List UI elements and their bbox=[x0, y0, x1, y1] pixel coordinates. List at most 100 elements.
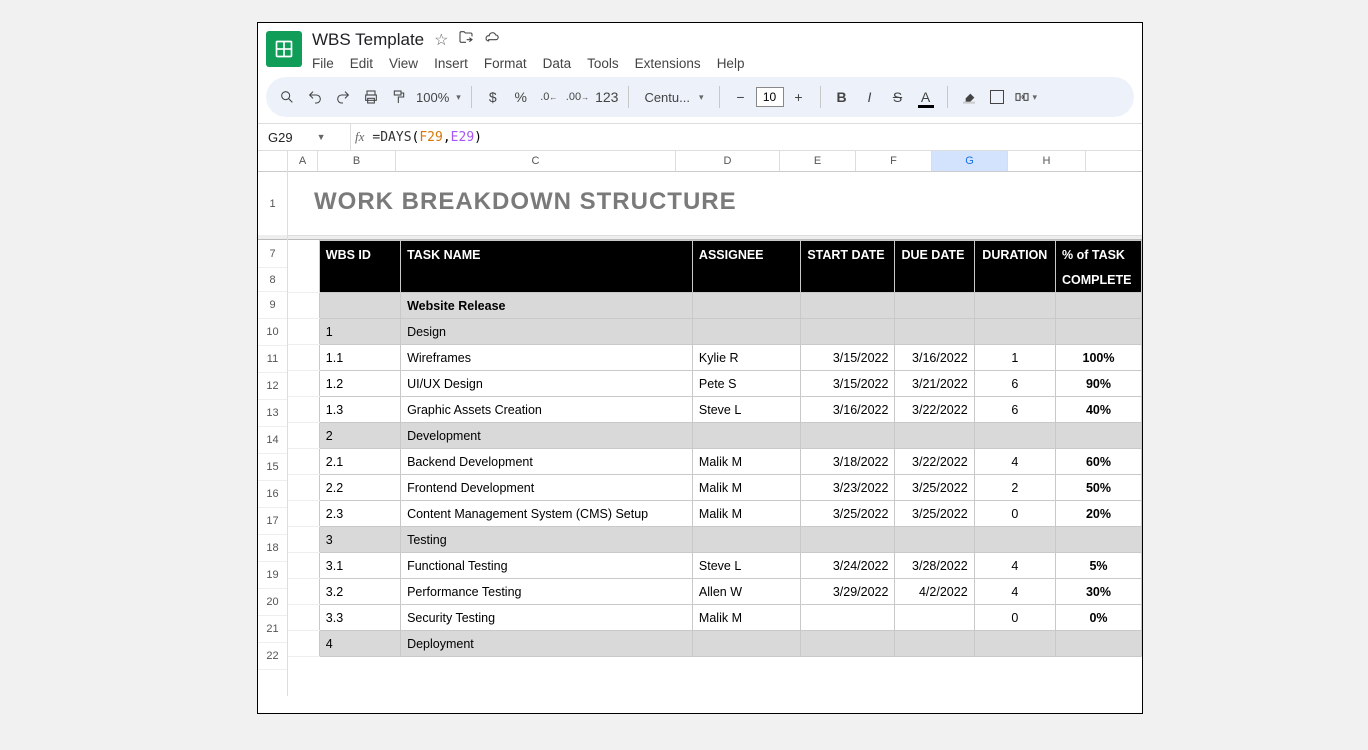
cell[interactable] bbox=[288, 631, 319, 657]
cell[interactable] bbox=[288, 605, 319, 631]
cell[interactable] bbox=[974, 423, 1055, 449]
more-formats-icon[interactable]: 123 bbox=[595, 84, 618, 110]
formula-input[interactable]: =DAYS(F29,E29) bbox=[372, 130, 482, 145]
row-header[interactable]: 9 bbox=[258, 292, 287, 319]
decrease-decimal-icon[interactable]: .0← bbox=[538, 84, 560, 110]
cell[interactable] bbox=[319, 293, 400, 319]
cell[interactable] bbox=[974, 319, 1055, 345]
row-header[interactable]: 8 bbox=[258, 268, 287, 292]
menu-tools[interactable]: Tools bbox=[587, 56, 619, 71]
cell[interactable]: 60% bbox=[1056, 449, 1142, 475]
cell[interactable] bbox=[288, 241, 319, 269]
cell[interactable]: Functional Testing bbox=[401, 553, 693, 579]
cell[interactable]: 3/15/2022 bbox=[801, 371, 895, 397]
cell[interactable] bbox=[974, 527, 1055, 553]
cell[interactable]: 3 bbox=[319, 527, 400, 553]
cell[interactable] bbox=[801, 319, 895, 345]
th-duration[interactable]: DURATION bbox=[974, 241, 1055, 269]
text-color-button[interactable]: A bbox=[915, 84, 937, 110]
cell[interactable] bbox=[974, 631, 1055, 657]
cell[interactable]: 4 bbox=[974, 449, 1055, 475]
doc-title[interactable]: WBS Template bbox=[312, 30, 424, 50]
fontsize-input[interactable] bbox=[756, 87, 784, 107]
search-icon[interactable] bbox=[276, 84, 298, 110]
row-header[interactable]: 7 bbox=[258, 240, 287, 268]
fontsize-decrease[interactable]: − bbox=[730, 84, 752, 110]
row-header[interactable]: 18 bbox=[258, 535, 287, 562]
cell[interactable]: 0% bbox=[1056, 605, 1142, 631]
italic-button[interactable]: I bbox=[859, 84, 881, 110]
cell[interactable] bbox=[801, 527, 895, 553]
cell[interactable] bbox=[288, 319, 319, 345]
cell[interactable]: Security Testing bbox=[401, 605, 693, 631]
cell[interactable]: 6 bbox=[974, 397, 1055, 423]
cell[interactable]: Development bbox=[401, 423, 693, 449]
cell[interactable] bbox=[895, 319, 974, 345]
cell[interactable]: Steve L bbox=[692, 553, 800, 579]
cell[interactable]: Website Release bbox=[401, 293, 693, 319]
cell[interactable] bbox=[692, 631, 800, 657]
cell[interactable]: 2.2 bbox=[319, 475, 400, 501]
cell[interactable]: UI/UX Design bbox=[401, 371, 693, 397]
menu-data[interactable]: Data bbox=[543, 56, 572, 71]
cell[interactable]: Backend Development bbox=[401, 449, 693, 475]
cell[interactable] bbox=[288, 475, 319, 501]
currency-icon[interactable]: $ bbox=[482, 84, 504, 110]
th-due[interactable]: DUE DATE bbox=[895, 241, 974, 269]
select-all-corner[interactable] bbox=[258, 151, 287, 172]
cell[interactable]: 4/2/2022 bbox=[895, 579, 974, 605]
cell[interactable] bbox=[1056, 631, 1142, 657]
cell[interactable]: 3/16/2022 bbox=[801, 397, 895, 423]
cell[interactable] bbox=[895, 631, 974, 657]
cell[interactable]: 1.3 bbox=[319, 397, 400, 423]
move-folder-icon[interactable] bbox=[458, 29, 474, 50]
cell[interactable]: 30% bbox=[1056, 579, 1142, 605]
menu-view[interactable]: View bbox=[389, 56, 418, 71]
cell[interactable]: 0 bbox=[974, 501, 1055, 527]
cell[interactable]: Content Management System (CMS) Setup bbox=[401, 501, 693, 527]
bold-button[interactable]: B bbox=[831, 84, 853, 110]
cell[interactable]: 3/25/2022 bbox=[895, 475, 974, 501]
col-header-a[interactable]: A bbox=[288, 151, 318, 171]
row-header[interactable]: 10 bbox=[258, 319, 287, 346]
col-header-b[interactable]: B bbox=[318, 151, 396, 171]
col-header-c[interactable]: C bbox=[396, 151, 676, 171]
cell[interactable] bbox=[801, 423, 895, 449]
th-wbsid[interactable]: WBS ID bbox=[319, 241, 400, 269]
cell[interactable]: 3/15/2022 bbox=[801, 345, 895, 371]
cell[interactable]: 90% bbox=[1056, 371, 1142, 397]
cloud-status-icon[interactable] bbox=[484, 29, 500, 50]
cell[interactable]: Kylie R bbox=[692, 345, 800, 371]
cell[interactable]: Testing bbox=[401, 527, 693, 553]
cell[interactable]: 3/23/2022 bbox=[801, 475, 895, 501]
cell[interactable]: 1.2 bbox=[319, 371, 400, 397]
cell[interactable]: Malik M bbox=[692, 475, 800, 501]
cell[interactable]: Steve L bbox=[692, 397, 800, 423]
cell[interactable]: 4 bbox=[974, 579, 1055, 605]
cell[interactable]: Frontend Development bbox=[401, 475, 693, 501]
col-header-g[interactable]: G bbox=[932, 151, 1008, 171]
cell[interactable] bbox=[801, 605, 895, 631]
cell[interactable]: Wireframes bbox=[401, 345, 693, 371]
cell[interactable] bbox=[1056, 527, 1142, 553]
cell[interactable] bbox=[288, 423, 319, 449]
cell[interactable]: 3/18/2022 bbox=[801, 449, 895, 475]
cell[interactable]: 5% bbox=[1056, 553, 1142, 579]
cell[interactable] bbox=[895, 605, 974, 631]
col-header-d[interactable]: D bbox=[676, 151, 780, 171]
cell[interactable]: Malik M bbox=[692, 605, 800, 631]
cell[interactable] bbox=[288, 345, 319, 371]
cell[interactable]: 3/16/2022 bbox=[895, 345, 974, 371]
cell[interactable]: Deployment bbox=[401, 631, 693, 657]
cell[interactable] bbox=[1056, 423, 1142, 449]
row-header[interactable]: 17 bbox=[258, 508, 287, 535]
cell[interactable] bbox=[895, 423, 974, 449]
cell[interactable]: 2.3 bbox=[319, 501, 400, 527]
cell[interactable] bbox=[288, 501, 319, 527]
menu-extensions[interactable]: Extensions bbox=[635, 56, 701, 71]
borders-button[interactable] bbox=[986, 84, 1008, 110]
cell[interactable]: 3/28/2022 bbox=[895, 553, 974, 579]
cell[interactable] bbox=[288, 449, 319, 475]
cell[interactable]: 4 bbox=[974, 553, 1055, 579]
cell[interactable]: 2 bbox=[319, 423, 400, 449]
